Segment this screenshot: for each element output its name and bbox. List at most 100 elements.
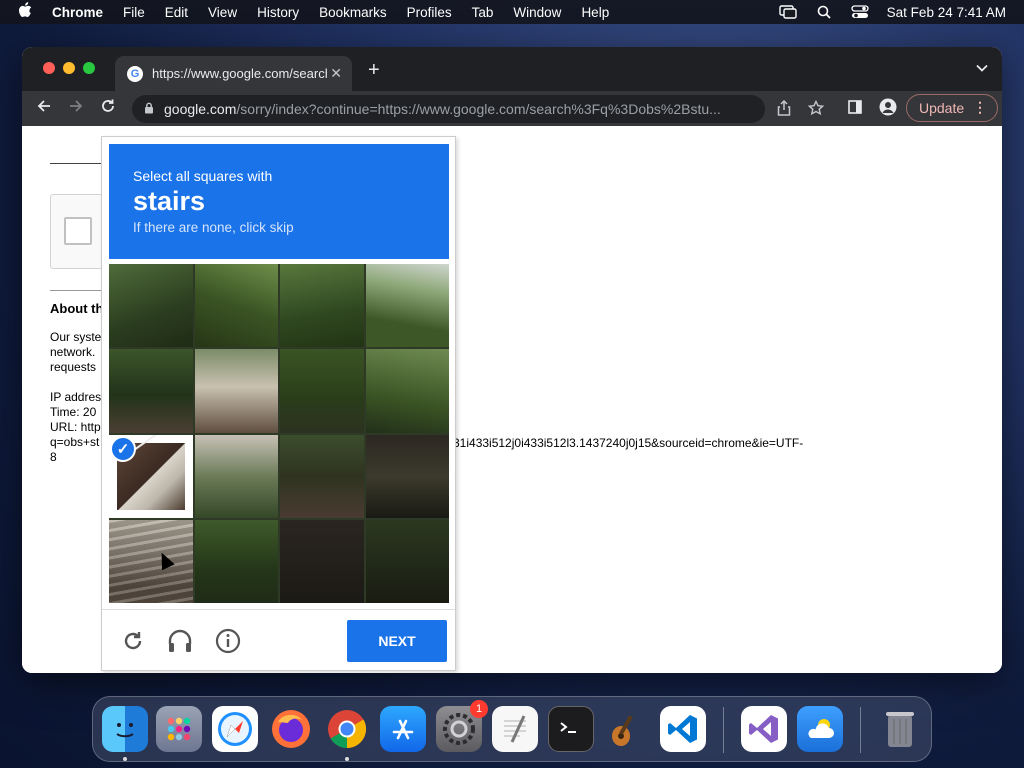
menu-app-name[interactable]: Chrome	[52, 5, 103, 20]
profile-avatar-icon[interactable]	[879, 98, 897, 119]
terminal-icon[interactable]	[548, 706, 594, 752]
next-button[interactable]: NEXT	[347, 620, 447, 662]
dock: 1	[92, 696, 932, 762]
paragraph-line: requests	[50, 360, 97, 374]
captcha-tile[interactable]	[280, 349, 364, 433]
share-icon[interactable]	[777, 99, 791, 119]
menu-help[interactable]: Help	[581, 5, 609, 20]
time-line: Time: 20	[50, 405, 97, 419]
paragraph-line: network.	[50, 345, 96, 359]
stairs-texture	[109, 519, 193, 603]
firefox-icon[interactable]	[268, 706, 314, 752]
captcha-tile[interactable]	[365, 264, 449, 348]
dock-separator	[860, 707, 861, 753]
running-indicator	[345, 757, 349, 761]
captcha-tile[interactable]	[194, 434, 278, 518]
minimize-window-button[interactable]	[63, 62, 75, 74]
close-window-button[interactable]	[43, 62, 55, 74]
captcha-tile[interactable]	[365, 434, 449, 518]
captcha-tile[interactable]	[280, 264, 364, 348]
back-arrow-icon[interactable]	[36, 98, 52, 119]
info-icon[interactable]	[214, 627, 242, 655]
captcha-tile[interactable]	[109, 519, 193, 603]
menu-view[interactable]: View	[208, 5, 237, 20]
more-menu-icon[interactable]: ⋮	[973, 99, 987, 116]
finder-icon[interactable]	[102, 706, 148, 752]
visual-studio-icon[interactable]	[741, 706, 787, 752]
update-label: Update	[919, 100, 965, 116]
captcha-footer: NEXT	[102, 609, 455, 671]
captcha-challenge: Select all squares with stairs If there …	[101, 136, 456, 671]
launchpad-icon[interactable]	[156, 706, 202, 752]
forward-arrow-icon[interactable]	[68, 98, 84, 119]
captcha-tile[interactable]	[280, 519, 364, 603]
menu-window[interactable]: Window	[513, 5, 561, 20]
lock-icon[interactable]	[144, 102, 154, 117]
vscode-icon[interactable]	[660, 706, 706, 752]
spotlight-search-icon[interactable]	[815, 5, 833, 19]
garageband-guitar-icon[interactable]	[604, 706, 650, 752]
tile-selected-check-icon: ✓	[110, 435, 136, 462]
browser-toolbar: google.com/sorry/index?continue=https://…	[22, 91, 1002, 126]
tab-search-chevron-icon[interactable]	[976, 61, 988, 75]
captcha-instruction: Select all squares with	[133, 168, 273, 184]
new-tab-plus-icon[interactable]: +	[368, 59, 380, 82]
notification-badge: 1	[470, 700, 488, 718]
tab-title: https://www.google.com/search?q=obs+stu	[152, 66, 327, 81]
captcha-keyword: stairs	[133, 186, 206, 216]
dock-separator	[723, 707, 724, 753]
side-panel-icon[interactable]	[848, 100, 862, 117]
captcha-tile[interactable]	[109, 264, 193, 348]
chrome-dock-icon[interactable]	[324, 706, 370, 752]
captcha-tile[interactable]	[365, 519, 449, 603]
bookmark-star-icon[interactable]	[807, 99, 825, 119]
menu-bar: Chrome File Edit View History Bookmarks …	[0, 0, 1024, 24]
address-bar[interactable]: google.com/sorry/index?continue=https://…	[132, 95, 765, 123]
divider	[50, 163, 104, 164]
url-line: URL: http	[50, 420, 101, 434]
screen-mirroring-icon[interactable]	[778, 5, 797, 19]
paragraph-line: Our syste	[50, 330, 102, 344]
captcha-subtext: If there are none, click skip	[133, 220, 294, 235]
url-domain: google.com	[164, 101, 237, 117]
url-path: /sorry/index?continue=https://www.google…	[236, 101, 721, 117]
captcha-tile[interactable]	[365, 349, 449, 433]
menu-edit[interactable]: Edit	[165, 5, 188, 20]
menubar-clock[interactable]: Sat Feb 24 7:41 AM	[887, 5, 1006, 20]
menu-profiles[interactable]: Profiles	[407, 5, 452, 20]
system-preferences-icon[interactable]: 1	[436, 700, 488, 752]
weather-icon[interactable]	[797, 706, 843, 752]
url-end-line: 8	[50, 450, 57, 464]
url-query-tail: 31i433i512j0i433i512l3.1437240j0j15&sour…	[453, 436, 804, 450]
control-center-icon[interactable]	[851, 5, 869, 19]
textedit-icon[interactable]	[492, 706, 538, 752]
captcha-tile[interactable]	[194, 519, 278, 603]
app-store-icon[interactable]	[380, 706, 426, 752]
active-tab[interactable]: G https://www.google.com/search?q=obs+st…	[115, 56, 352, 91]
about-heading: About th	[50, 301, 104, 316]
reload-icon[interactable]	[100, 98, 116, 119]
google-favicon-icon: G	[127, 65, 143, 82]
audio-challenge-headphones-icon[interactable]	[166, 627, 194, 655]
ip-address-line: IP addres	[50, 390, 102, 404]
tab-strip: G https://www.google.com/search?q=obs+st…	[22, 47, 1002, 91]
captcha-tile[interactable]	[194, 349, 278, 433]
captcha-tile[interactable]	[194, 264, 278, 348]
safari-icon[interactable]	[212, 706, 258, 752]
recaptcha-checkbox[interactable]	[64, 217, 92, 245]
trash-icon[interactable]	[877, 706, 923, 752]
divider	[50, 290, 104, 291]
menu-tab[interactable]: Tab	[472, 5, 494, 20]
captcha-tile[interactable]	[109, 349, 193, 433]
fullscreen-window-button[interactable]	[83, 62, 95, 74]
reload-challenge-icon[interactable]	[119, 627, 147, 655]
menu-file[interactable]: File	[123, 5, 145, 20]
close-tab-icon[interactable]: ✕	[330, 65, 342, 82]
captcha-tile[interactable]	[280, 434, 364, 518]
update-button[interactable]: Update ⋮	[906, 94, 998, 122]
captcha-tile[interactable]: ✓	[109, 434, 193, 518]
menu-history[interactable]: History	[257, 5, 299, 20]
apple-menu-icon[interactable]	[18, 2, 32, 22]
menu-bookmarks[interactable]: Bookmarks	[319, 5, 387, 20]
running-indicator	[123, 757, 127, 761]
